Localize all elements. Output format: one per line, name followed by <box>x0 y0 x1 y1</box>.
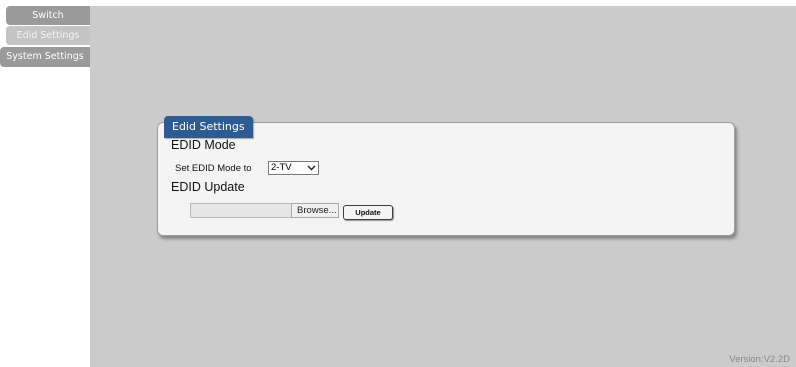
chevron-down-icon <box>307 162 316 177</box>
file-path-field[interactable] <box>190 203 292 218</box>
edid-update-heading: EDID Update <box>171 180 245 194</box>
update-button[interactable]: Update <box>343 205 393 220</box>
sidebar-item-switch[interactable]: Switch <box>6 6 90 25</box>
main-content: Edid Settings EDID Mode Set EDID Mode to… <box>90 6 796 367</box>
sidebar: Switch Edid Settings System Settings <box>0 0 90 367</box>
edid-mode-heading: EDID Mode <box>171 138 236 152</box>
browse-button[interactable]: Browse... <box>291 203 339 218</box>
sidebar-item-edid-settings[interactable]: Edid Settings <box>6 26 90 45</box>
version-label: Version:V2.2D <box>729 354 790 365</box>
edid-mode-value: 2-TV <box>271 162 292 173</box>
edid-settings-panel <box>157 122 735 236</box>
edid-mode-select[interactable]: 2-TV <box>268 161 319 175</box>
sidebar-item-system-settings[interactable]: System Settings <box>0 47 90 67</box>
panel-title: Edid Settings <box>164 116 253 138</box>
edid-mode-label: Set EDID Mode to <box>175 163 252 174</box>
